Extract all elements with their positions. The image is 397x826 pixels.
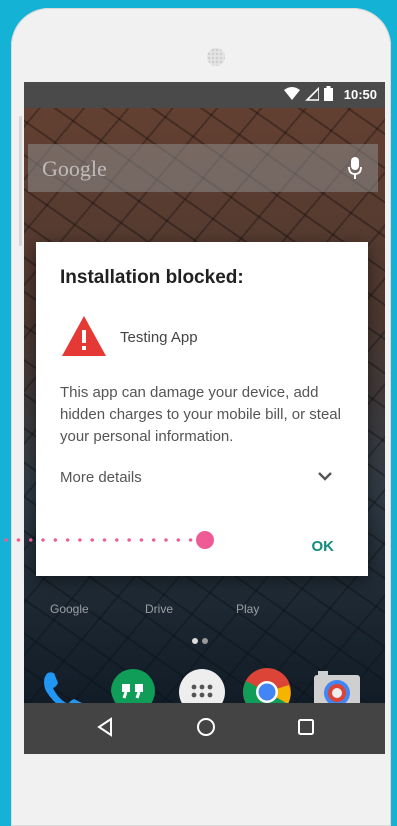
installation-blocked-dialog: Installation blocked: Testing App This a…	[36, 242, 368, 576]
signal-icon	[305, 86, 319, 101]
mic-icon[interactable]	[348, 157, 362, 179]
recents-icon[interactable]	[296, 717, 316, 737]
pointer-dot	[196, 531, 214, 549]
app-name: Testing App	[120, 329, 198, 346]
home-label-drive[interactable]: Drive	[145, 602, 173, 616]
navigation-bar	[24, 703, 385, 754]
pointer-dotted-line	[0, 538, 196, 542]
clock: 10:50	[343, 87, 377, 102]
more-details-link[interactable]: More details	[60, 469, 142, 486]
status-bar: 10:50	[24, 82, 385, 108]
search-bar-label: Google	[42, 156, 107, 181]
warning-message: This app can damage your device, add hid…	[60, 384, 341, 445]
home-label-play[interactable]: Play	[236, 602, 259, 616]
wifi-icon	[284, 86, 300, 100]
warning-icon	[62, 316, 106, 356]
home-icon[interactable]	[196, 717, 216, 737]
back-icon[interactable]	[96, 717, 114, 737]
chevron-down-icon[interactable]	[318, 471, 332, 481]
speaker-grille	[207, 48, 225, 66]
side-button	[19, 116, 22, 246]
google-search-bar[interactable]: Google	[28, 144, 378, 192]
dialog-title: Installation blocked:	[60, 267, 244, 288]
ok-button[interactable]: OK	[312, 538, 335, 555]
home-label-google[interactable]: Google	[50, 602, 89, 616]
battery-icon	[324, 86, 333, 101]
page-indicator	[192, 638, 208, 644]
